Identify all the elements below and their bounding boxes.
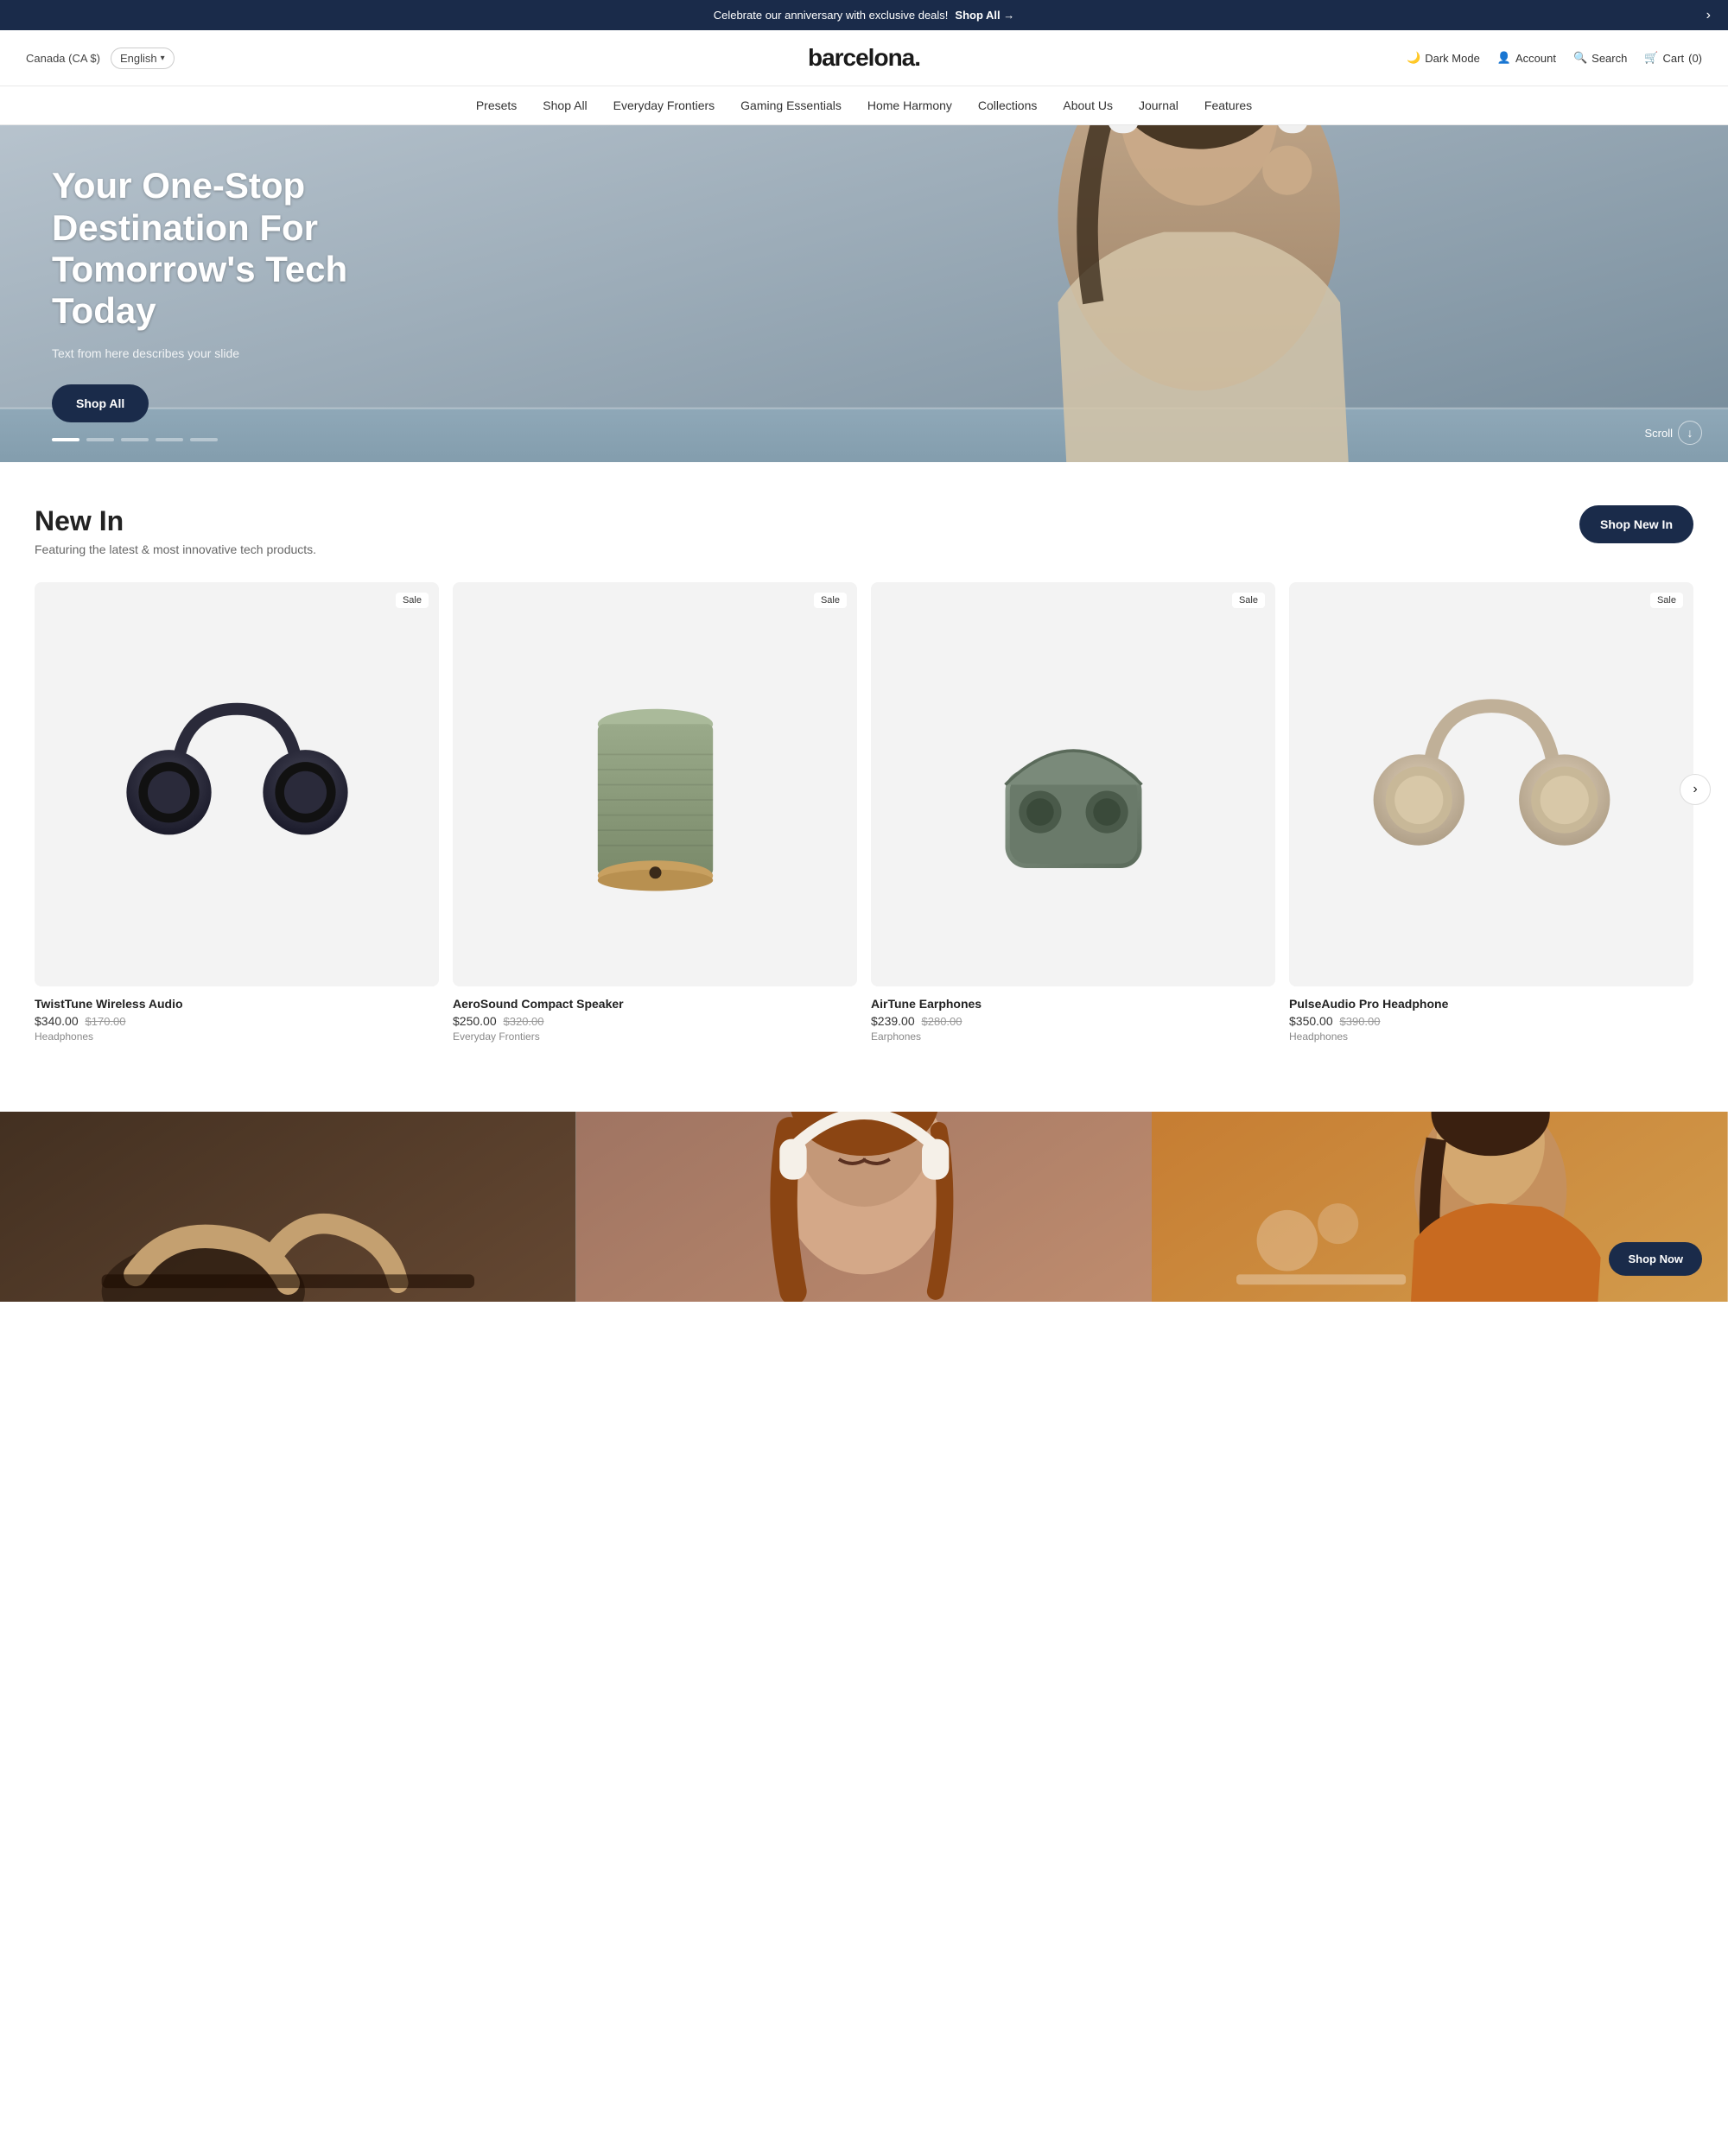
- nav-item-features[interactable]: Features: [1204, 98, 1252, 112]
- announcement-bar: Celebrate our anniversary with exclusive…: [0, 0, 1728, 30]
- sale-badge-1: Sale: [396, 593, 429, 608]
- product-image-2[interactable]: Sale: [453, 582, 857, 986]
- hero-scroll: Scroll ↓: [1644, 421, 1702, 445]
- person-icon: 👤: [1497, 51, 1511, 65]
- product-old-price-1: $170.00: [86, 1015, 126, 1028]
- new-in-subtitle: Featuring the latest & most innovative t…: [35, 542, 316, 556]
- scroll-arrow-icon[interactable]: ↓: [1678, 421, 1702, 445]
- header-right: 🌙 Dark Mode 👤 Account 🔍 Search 🛒 Cart (0…: [1407, 51, 1702, 65]
- product-category-3: Earphones: [871, 1030, 1275, 1043]
- moon-icon: 🌙: [1407, 51, 1420, 65]
- product-category-1: Headphones: [35, 1030, 439, 1043]
- sale-badge-4: Sale: [1650, 593, 1683, 608]
- product-price-1: $340.00 $170.00: [35, 1014, 439, 1028]
- product-image-3[interactable]: Sale: [871, 582, 1275, 986]
- cart-icon: 🛒: [1644, 51, 1658, 65]
- nav-item-everyday-frontiers[interactable]: Everyday Frontiers: [613, 98, 715, 112]
- hero-dot-1[interactable]: [52, 438, 79, 441]
- bottom-image-3: Shop Now: [1152, 1112, 1728, 1302]
- language-label: English: [120, 52, 157, 65]
- product-old-price-2: $320.00: [504, 1015, 544, 1028]
- product-price-2: $250.00 $320.00: [453, 1014, 857, 1028]
- hero-dot-2[interactable]: [86, 438, 114, 441]
- product-name-3: AirTune Earphones: [871, 997, 1275, 1011]
- search-button[interactable]: 🔍 Search: [1573, 51, 1627, 65]
- new-in-section: New In Featuring the latest & most innov…: [0, 462, 1728, 1077]
- new-in-heading: New In Featuring the latest & most innov…: [35, 505, 316, 556]
- hero-cta-button[interactable]: Shop All: [52, 384, 149, 422]
- products-next-arrow[interactable]: ›: [1680, 774, 1711, 805]
- product-card-1: Sale TwistTune: [35, 582, 439, 1043]
- nav-item-collections[interactable]: Collections: [978, 98, 1037, 112]
- product-category-4: Headphones: [1289, 1030, 1693, 1043]
- banner-shop-now-button[interactable]: Shop Now: [1609, 1242, 1702, 1276]
- hero-section: Your One-Stop Destination For Tomorrow's…: [0, 125, 1728, 462]
- nav-item-about-us[interactable]: About Us: [1063, 98, 1113, 112]
- product-name-4: PulseAudio Pro Headphone: [1289, 997, 1693, 1011]
- new-in-title: New In: [35, 505, 316, 537]
- hero-title: Your One-Stop Destination For Tomorrow's…: [52, 165, 397, 332]
- new-in-header: New In Featuring the latest & most innov…: [35, 505, 1693, 556]
- product-name-2: AeroSound Compact Speaker: [453, 997, 857, 1011]
- hero-dots: [52, 438, 218, 441]
- product-category-2: Everyday Frontiers: [453, 1030, 857, 1043]
- product-card-4: Sale PulseAudi: [1289, 582, 1693, 1043]
- sale-badge-3: Sale: [1232, 593, 1265, 608]
- product-card-2: Sale: [453, 582, 857, 1043]
- product-image-4[interactable]: Sale: [1289, 582, 1693, 986]
- bottom-image-1: [0, 1112, 576, 1302]
- search-icon: 🔍: [1573, 51, 1587, 65]
- hero-dot-3[interactable]: [121, 438, 149, 441]
- site-logo[interactable]: barcelona.: [808, 44, 920, 72]
- dark-mode-toggle[interactable]: 🌙 Dark Mode: [1407, 51, 1480, 65]
- nav-item-presets[interactable]: Presets: [476, 98, 517, 112]
- chevron-down-icon: ▾: [161, 54, 165, 63]
- nav-item-shop-all[interactable]: Shop All: [543, 98, 587, 112]
- scroll-label: Scroll: [1644, 427, 1673, 440]
- hero-dot-4[interactable]: [156, 438, 183, 441]
- cart-count: (0): [1688, 52, 1702, 65]
- product-old-price-3: $280.00: [922, 1015, 962, 1028]
- cart-button[interactable]: 🛒 Cart (0): [1644, 51, 1702, 65]
- hero-subtitle: Text from here describes your slide: [52, 346, 397, 360]
- bottom-image-2: [576, 1112, 1153, 1302]
- nav-item-journal[interactable]: Journal: [1139, 98, 1178, 112]
- announcement-close[interactable]: ›: [1706, 8, 1711, 23]
- hero-content: Your One-Stop Destination For Tomorrow's…: [0, 165, 449, 422]
- product-name-1: TwistTune Wireless Audio: [35, 997, 439, 1011]
- nav-item-gaming-essentials[interactable]: Gaming Essentials: [740, 98, 842, 112]
- header-left: Canada (CA $) English ▾: [26, 48, 175, 69]
- product-old-price-4: $390.00: [1340, 1015, 1381, 1028]
- account-button[interactable]: 👤 Account: [1497, 51, 1556, 65]
- header: Canada (CA $) English ▾ barcelona. 🌙 Dar…: [0, 30, 1728, 86]
- language-selector[interactable]: English ▾: [111, 48, 175, 69]
- product-price-4: $350.00 $390.00: [1289, 1014, 1693, 1028]
- products-row: Sale TwistTune: [35, 582, 1693, 1043]
- hero-dot-5[interactable]: [190, 438, 218, 441]
- main-nav: Presets Shop All Everyday Frontiers Gami…: [0, 86, 1728, 125]
- product-price-3: $239.00 $280.00: [871, 1014, 1275, 1028]
- sale-badge-2: Sale: [814, 593, 847, 608]
- announcement-text: Celebrate our anniversary with exclusive…: [714, 9, 949, 22]
- bottom-images-section: Shop Now: [0, 1112, 1728, 1302]
- shop-new-in-button[interactable]: Shop New In: [1579, 505, 1693, 543]
- nav-item-home-harmony[interactable]: Home Harmony: [867, 98, 952, 112]
- region-label: Canada (CA $): [26, 52, 100, 65]
- product-image-1[interactable]: Sale: [35, 582, 439, 986]
- announcement-link[interactable]: Shop All →: [955, 9, 1014, 22]
- product-card-3: Sale: [871, 582, 1275, 1043]
